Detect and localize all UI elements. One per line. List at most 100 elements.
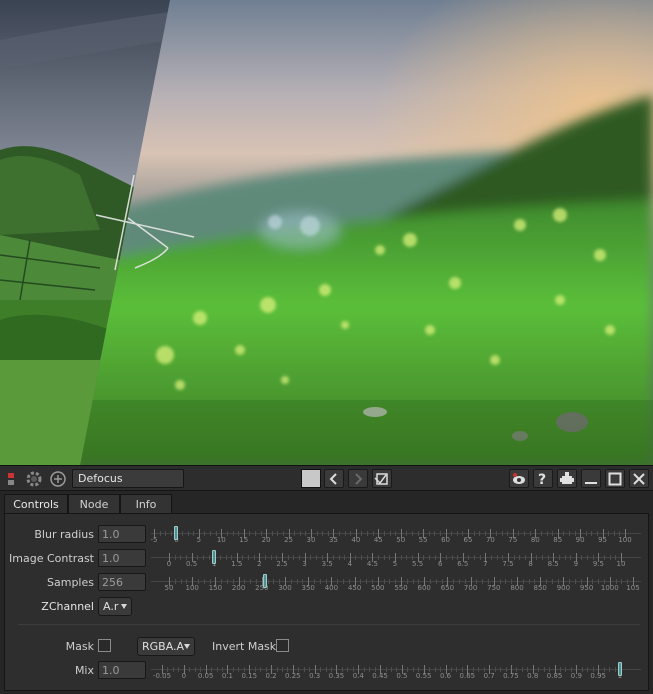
viewer-canvas[interactable] [0,0,653,465]
image-contrast-slider[interactable]: 0 0.5 1 1.5 2 2.5 3 3.5 4 4.5 5 5.5 6 6.5 7 7.5 8 8.5 9 9.5… [151,549,641,569]
mask-checkbox[interactable] [98,639,111,652]
blur-radius-field[interactable]: 1.0 [98,525,146,543]
slider-minor-tick [434,667,436,672]
minimize-icon[interactable] [581,469,601,488]
node-color-icon[interactable] [2,469,20,488]
slider-minor-tick [587,667,589,672]
slider-minor-tick [406,531,408,536]
slider-tick-label: 0.25 [285,672,301,680]
slider-minor-tick [456,531,458,536]
slider-tick-label: 450 [347,584,362,592]
float-icon[interactable] [557,469,577,488]
slider-minor-tick [366,579,368,584]
slider-tick-label: 0.7 [483,672,495,680]
mix-slider[interactable]: -0.05 0 0.05 0.1 0.15 0.2 0.25 0.3 0.35 0.4 0.45 0.… [151,661,641,681]
slider-minor-tick [227,579,228,584]
viewer-icon[interactable] [509,469,529,488]
slider-minor-tick [598,579,600,584]
slider-minor-tick [197,555,199,560]
slider-minor-tick [406,555,408,560]
close-icon[interactable] [629,469,649,488]
samples-slider[interactable]: 50 100 150 200 250 300 350 400 450 500 550 600 650 70… [151,573,641,593]
slider-handle[interactable] [174,526,179,540]
slider-minor-tick [407,667,409,672]
slider-minor-tick [613,531,615,536]
slider-minor-tick [468,555,470,560]
slider-handle[interactable] [212,550,217,564]
mix-field[interactable]: 1.0 [98,661,146,679]
color-swatch[interactable] [301,469,321,488]
slider-tick-label: 30 [306,536,316,544]
controls-tab-body: Blur radius 1.0 -5 0 5 10 15 20 25 30 35 40 45 50 55… [4,513,649,691]
mask-channel-value: RGBA.A [142,640,185,653]
section-divider [18,624,640,625]
samples-row: Samples 256 50 100 150 200 250 300 350 400 450 50… [5,573,650,593]
slider-tick-label: 0.85 [546,672,563,680]
slider-minor-tick [254,531,256,536]
slider-minor-tick [434,531,436,536]
slider-handle[interactable] [262,574,267,588]
svg-text:?: ? [538,472,546,487]
image-contrast-field[interactable]: 1.0 [98,549,146,567]
slider-tick-label: 10 [616,560,626,568]
slider-minor-tick [271,531,273,536]
slider-minor-tick [391,667,392,672]
slider-minor-tick [501,531,503,536]
zchannel-label: ZChannel [41,600,94,613]
blur-radius-slider[interactable]: -5 0 5 10 15 20 25 30 35 40 45 50 55 60 65 70 75 80 85 90 95… [151,525,641,545]
slider-minor-tick [551,579,553,584]
gear-icon[interactable] [24,469,44,488]
slider-minor-tick [232,531,234,536]
slider-minor-tick [260,667,262,672]
slider-tick-label: 1.5 [231,560,243,568]
add-icon[interactable] [48,469,68,488]
slider-tick-label: 850 [533,584,547,592]
chevron-down-icon [121,604,127,609]
invert-mask-checkbox[interactable] [276,639,289,652]
prev-icon[interactable] [324,469,344,488]
slider-tick-label: 400 [324,584,339,592]
slider-minor-tick [293,555,295,560]
slider-tick-label: 70 [485,536,495,544]
restore-icon[interactable] [372,469,392,488]
slider-tick-label: 9.5 [592,560,604,568]
help-icon[interactable]: ? [533,469,553,488]
zchannel-dropdown[interactable]: A.r [98,597,132,616]
slider-minor-tick [389,579,391,584]
slider-tick-label: 0.3 [309,672,321,680]
slider-minor-tick [310,555,312,560]
mask-label: Mask [65,640,94,653]
tab-node[interactable]: Node [68,494,120,514]
image-contrast-row: Image Contrast 1.0 0 0.5 1 1.5 2 2.5 3 3.5 4 4.5 5… [5,549,650,569]
slider-tick-label: 95 [598,536,608,544]
slider-minor-tick [242,555,244,560]
mask-channel-dropdown[interactable]: RGBA.A [137,637,195,656]
slider-minor-tick [287,555,289,560]
slider-tick-label: 0.95 [590,672,606,680]
tab-label: Controls [13,498,59,511]
slider-minor-tick [165,531,167,536]
slider-tick-label: 800 [510,584,524,592]
slider-minor-tick [238,667,240,672]
slider-tick-label: 5 [392,560,398,568]
slider-track [151,557,641,558]
next-icon[interactable] [348,469,368,488]
node-name-field[interactable]: Defocus [72,469,184,488]
samples-field[interactable]: 256 [98,573,146,591]
tab-info[interactable]: Info [120,494,172,514]
slider-tick-label: 20 [261,536,271,544]
slider-minor-tick [564,555,566,560]
slider-minor-tick [172,667,174,672]
slider-tick-label: 5.5 [412,560,424,568]
slider-tick-label: 150 [208,584,223,592]
maximize-icon[interactable] [605,469,625,488]
slider-tick-label: 4 [347,560,353,568]
slider-minor-tick [232,667,234,672]
tab-controls[interactable]: Controls [4,494,68,514]
slider-minor-tick [178,667,180,672]
slider-tick-label: 6 [437,560,443,568]
slider-tick-label: 0.2 [265,672,277,680]
slider-handle[interactable] [618,662,622,676]
slider-minor-tick [273,579,275,584]
slider-minor-tick [180,555,182,560]
